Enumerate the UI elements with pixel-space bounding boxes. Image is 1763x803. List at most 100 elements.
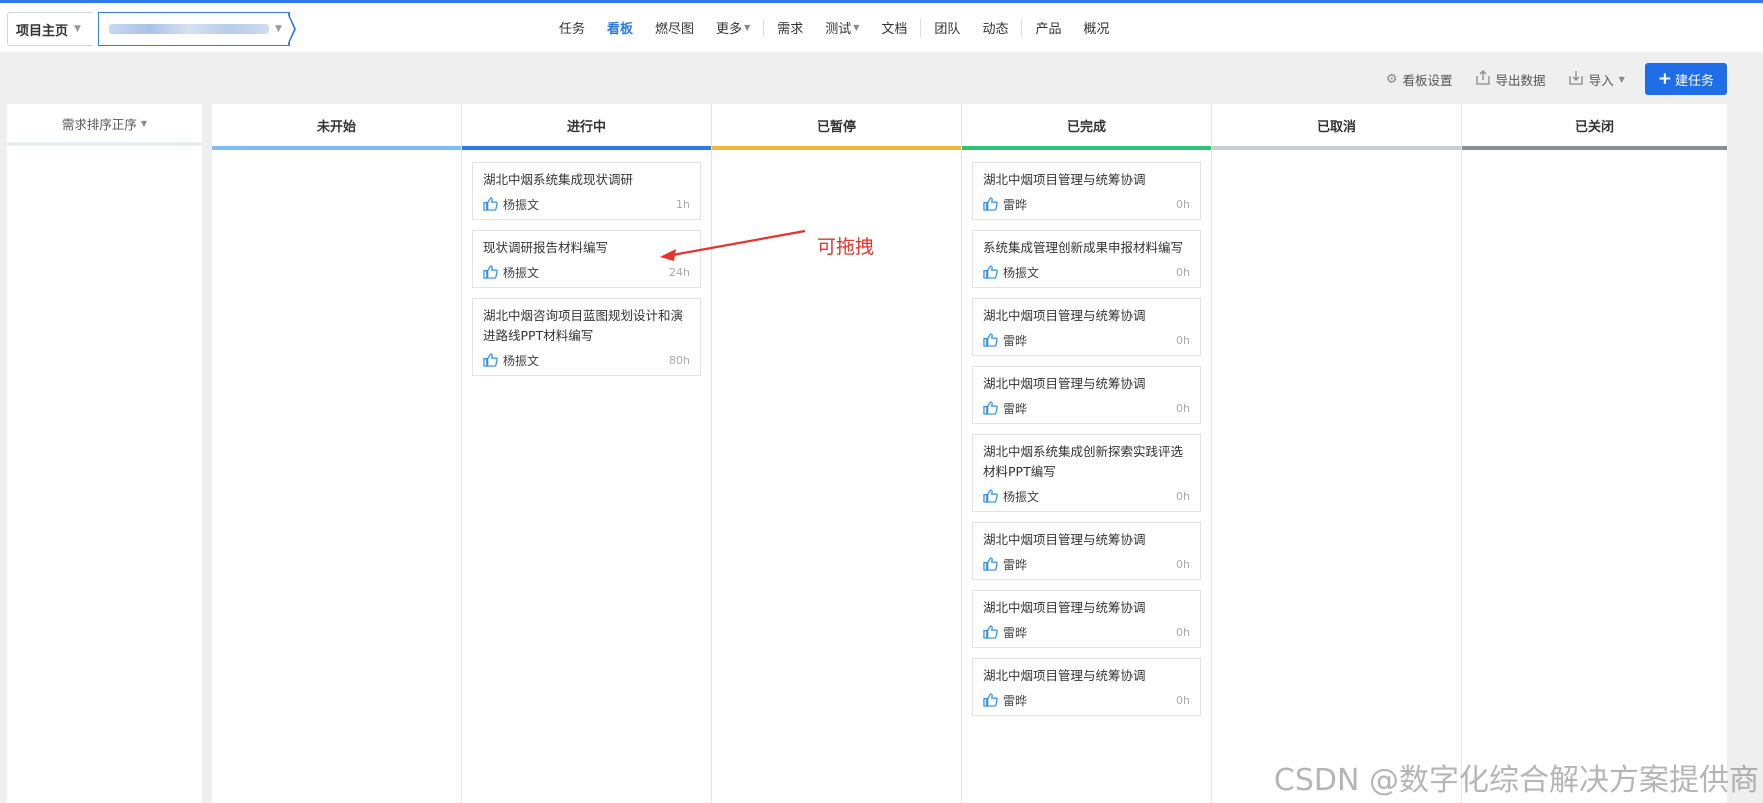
task-assignee[interactable]: 杨振文 — [503, 352, 669, 369]
kanban-column[interactable]: 已完成 湖北中烟项目管理与统筹协调 雷晔 0h 系统集成管理创新成果申报材料编写 杨振文 0… — [962, 104, 1212, 803]
task-assignee[interactable]: 雷晔 — [1003, 692, 1176, 709]
export-data-label: 导出数据 — [1495, 72, 1546, 88]
task-title[interactable]: 湖北中烟项目管理与统筹协调 — [983, 598, 1190, 618]
nav-overview[interactable]: 概况 — [1072, 18, 1120, 37]
column-header: 已关闭 — [1462, 104, 1727, 150]
nav-burndown[interactable]: 燃尽图 — [644, 18, 705, 37]
task-assignee[interactable]: 杨振文 — [503, 264, 669, 281]
task-footer: 雷晔 0h — [983, 399, 1190, 417]
nav-requirements[interactable]: 需求 — [766, 18, 814, 37]
task-card[interactable]: 现状调研报告材料编写 杨振文 24h — [472, 230, 701, 288]
thumbs-up-icon — [983, 401, 1003, 415]
task-assignee[interactable]: 杨振文 — [1003, 264, 1176, 281]
task-assignee[interactable]: 雷晔 — [1003, 556, 1176, 573]
column-body[interactable]: 湖北中烟系统集成现状调研 杨振文 1h 现状调研报告材料编写 杨振文 24h 湖北中烟咨询项… — [462, 150, 711, 398]
task-title[interactable]: 湖北中烟系统集成创新探索实践评选材料PPT编写 — [983, 442, 1190, 482]
task-card[interactable]: 湖北中烟系统集成创新探索实践评选材料PPT编写 杨振文 0h — [972, 434, 1201, 512]
task-assignee[interactable]: 雷晔 — [1003, 624, 1176, 641]
thumbs-up-icon — [983, 625, 1003, 639]
new-task-label: 建任务 — [1674, 73, 1714, 89]
import-icon — [1568, 70, 1584, 89]
nav-product[interactable]: 产品 — [1024, 18, 1072, 37]
task-footer: 雷晔 0h — [983, 555, 1190, 573]
export-data-button[interactable]: 导出数据 — [1475, 69, 1546, 89]
task-title[interactable]: 湖北中烟咨询项目蓝图规划设计和演进路线PPT材料编写 — [483, 306, 690, 346]
kanban-column[interactable]: 已暂停 — [712, 104, 962, 803]
thumbs-up-icon — [983, 197, 1003, 211]
task-hours: 0h — [1176, 557, 1190, 571]
kanban-column[interactable]: 进行中 湖北中烟系统集成现状调研 杨振文 1h 现状调研报告材料编写 杨振文 24h 湖北中烟… — [462, 104, 712, 803]
sort-order-label: 需求排序正序 — [61, 116, 137, 132]
task-card[interactable]: 湖北中烟项目管理与统筹协调 雷晔 0h — [972, 658, 1201, 716]
nav-docs[interactable]: 文档 — [870, 18, 918, 37]
nav-activity[interactable]: 动态 — [971, 18, 1019, 37]
column-body[interactable]: 湖北中烟项目管理与统筹协调 雷晔 0h 系统集成管理创新成果申报材料编写 杨振文 0h 湖北… — [962, 150, 1211, 738]
project-name-redacted — [109, 24, 269, 34]
nav-tasks[interactable]: 任务 — [548, 18, 596, 37]
chevron-down-icon: ▼ — [74, 24, 81, 34]
task-title[interactable]: 湖北中烟项目管理与统筹协调 — [983, 530, 1190, 550]
drag-annotation-text: 可拖拽 — [817, 236, 875, 258]
task-title[interactable]: 湖北中烟项目管理与统筹协调 — [983, 666, 1190, 686]
task-hours: 0h — [1176, 625, 1190, 639]
task-card[interactable]: 湖北中烟项目管理与统筹协调 雷晔 0h — [972, 522, 1201, 580]
column-header: 未开始 — [212, 104, 461, 150]
thumbs-up-icon — [483, 265, 503, 279]
main-nav: 任务 看板 燃尽图 更多 ▼ 需求 测试 ▼ 文档 团队 动态 产品 概况 — [548, 3, 1120, 52]
breadcrumb-project-selector[interactable]: ▼ — [98, 12, 290, 46]
task-card[interactable]: 湖北中烟项目管理与统筹协调 雷晔 0h — [972, 366, 1201, 424]
thumbs-up-icon — [983, 333, 1003, 347]
task-card[interactable]: 湖北中烟项目管理与统筹协调 雷晔 0h — [972, 590, 1201, 648]
task-card[interactable]: 湖北中烟项目管理与统筹协调 雷晔 0h — [972, 162, 1201, 220]
task-footer: 雷晔 0h — [983, 691, 1190, 709]
thumbs-up-icon — [983, 693, 1003, 707]
task-title[interactable]: 湖北中烟项目管理与统筹协调 — [983, 374, 1190, 394]
gear-icon: ⚙ — [1385, 71, 1398, 87]
task-hours: 0h — [1176, 197, 1190, 211]
task-card[interactable]: 湖北中烟系统集成现状调研 杨振文 1h — [472, 162, 701, 220]
column-header: 进行中 — [462, 104, 711, 150]
task-assignee[interactable]: 杨振文 — [503, 196, 676, 213]
plus-icon: + — [1657, 69, 1672, 89]
task-assignee[interactable]: 雷晔 — [1003, 196, 1176, 213]
task-footer: 杨振文 24h — [483, 263, 690, 281]
nav-testing-label: 测试 — [825, 22, 852, 37]
task-card[interactable]: 系统集成管理创新成果申报材料编写 杨振文 0h — [972, 230, 1201, 288]
task-hours: 80h — [669, 353, 690, 367]
import-button[interactable]: 导入 ▼ — [1568, 70, 1625, 89]
task-title[interactable]: 湖北中烟项目管理与统筹协调 — [983, 170, 1190, 190]
task-title[interactable]: 现状调研报告材料编写 — [483, 238, 690, 258]
sort-column: 需求排序正序 ▼ — [7, 104, 202, 803]
nav-team[interactable]: 团队 — [923, 18, 971, 37]
nav-testing[interactable]: 测试 ▼ — [814, 18, 870, 37]
chevron-down-icon: ▼ — [275, 24, 282, 34]
column-body[interactable] — [1212, 150, 1461, 174]
new-task-button[interactable]: + 建任务 — [1644, 63, 1727, 95]
column-body[interactable] — [712, 150, 961, 174]
caret-down-icon: ▼ — [140, 118, 148, 128]
task-footer: 雷晔 0h — [983, 195, 1190, 213]
kanban-column[interactable]: 已取消 — [1212, 104, 1462, 803]
task-title[interactable]: 系统集成管理创新成果申报材料编写 — [983, 238, 1190, 258]
nav-divider — [763, 18, 765, 37]
task-footer: 雷晔 0h — [983, 331, 1190, 349]
task-title[interactable]: 湖北中烟项目管理与统筹协调 — [983, 306, 1190, 326]
kanban-column[interactable]: 已关闭 — [1462, 104, 1727, 803]
nav-more[interactable]: 更多 ▼ — [705, 18, 761, 37]
task-card[interactable]: 湖北中烟项目管理与统筹协调 雷晔 0h — [972, 298, 1201, 356]
task-assignee[interactable]: 杨振文 — [1003, 488, 1176, 505]
kanban-column[interactable]: 未开始 — [212, 104, 462, 803]
board-settings-button[interactable]: ⚙ 看板设置 — [1386, 70, 1453, 89]
task-assignee[interactable]: 雷晔 — [1003, 400, 1176, 417]
nav-board[interactable]: 看板 — [596, 18, 644, 37]
task-title[interactable]: 湖北中烟系统集成现状调研 — [483, 170, 690, 190]
nav-more-label: 更多 — [716, 22, 743, 37]
export-icon — [1475, 69, 1491, 89]
column-body[interactable] — [1462, 150, 1727, 174]
task-card[interactable]: 湖北中烟咨询项目蓝图规划设计和演进路线PPT材料编写杨振文 80h — [472, 298, 701, 376]
sort-order-dropdown[interactable]: 需求排序正序 ▼ — [7, 104, 202, 146]
task-assignee[interactable]: 雷晔 — [1003, 332, 1176, 349]
column-body[interactable] — [212, 150, 461, 174]
breadcrumb-home[interactable]: 项目主页 ▼ — [7, 12, 93, 46]
task-footer: 杨振文 0h — [983, 263, 1190, 281]
